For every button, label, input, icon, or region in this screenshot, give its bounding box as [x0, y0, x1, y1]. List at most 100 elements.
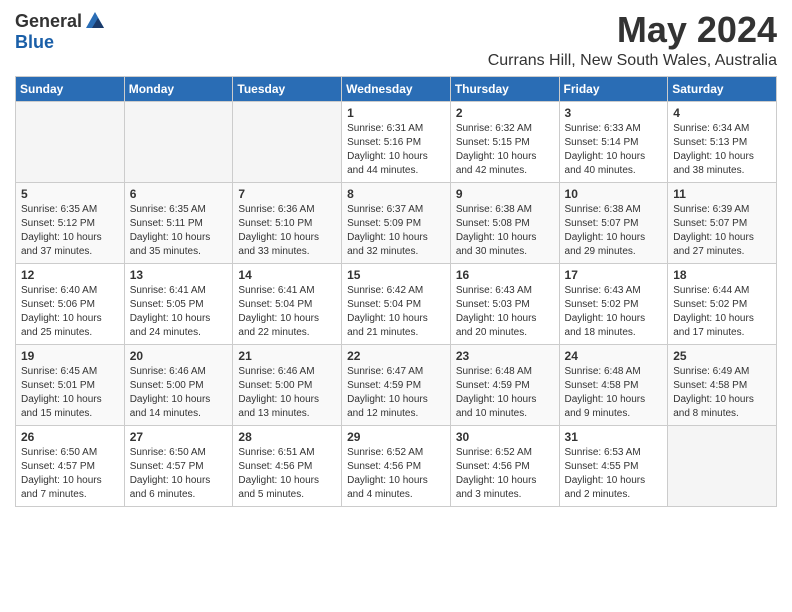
calendar-cell: 21Sunrise: 6:46 AM Sunset: 5:00 PM Dayli…	[233, 344, 342, 425]
day-info: Sunrise: 6:31 AM Sunset: 5:16 PM Dayligh…	[347, 122, 445, 178]
calendar-cell: 13 Sunrise: 6:41 AM Sunset: 5:05 PM Dayli…	[124, 263, 233, 344]
calendar-cell: 12Sunrise: 6:40 AM Sunset: 5:06 PM Dayli…	[16, 263, 125, 344]
calendar-cell: 29 Sunrise: 6:52 AM Sunset: 4:56 PM Dayli…	[342, 425, 451, 506]
day-info: Sunrise: 6:48 AM Sunset: 4:58 PM Dayligh…	[565, 365, 663, 421]
day-info: Sunrise: 6:41 AM Sunset: 5:05 PM Dayligh…	[130, 284, 228, 340]
day-number: 4	[673, 106, 771, 120]
calendar-cell: 6 Sunrise: 6:35 AM Sunset: 5:11 PM Daylig…	[124, 182, 233, 263]
day-number: 17	[565, 268, 663, 282]
calendar-cell: 4 Sunrise: 6:34 AM Sunset: 5:13 PM Daylig…	[668, 101, 777, 182]
day-info: Sunrise: 6:36 AM Sunset: 5:10 PM Dayligh…	[238, 203, 336, 259]
day-info: Sunrise: 6:43 AM Sunset: 5:03 PM Dayligh…	[456, 284, 554, 340]
col-tuesday: Tuesday	[233, 76, 342, 101]
calendar-cell: 19Sunrise: 6:45 AM Sunset: 5:01 PM Dayli…	[16, 344, 125, 425]
day-info: Sunrise: 6:40 AM Sunset: 5:06 PM Dayligh…	[21, 284, 119, 340]
col-friday: Friday	[559, 76, 668, 101]
col-thursday: Thursday	[450, 76, 559, 101]
calendar-header-row: Sunday Monday Tuesday Wednesday Thursday…	[16, 76, 777, 101]
calendar-cell: 24 Sunrise: 6:48 AM Sunset: 4:58 PM Dayli…	[559, 344, 668, 425]
calendar-row-3: 19Sunrise: 6:45 AM Sunset: 5:01 PM Dayli…	[16, 344, 777, 425]
calendar-cell: 16 Sunrise: 6:43 AM Sunset: 5:03 PM Dayli…	[450, 263, 559, 344]
day-number: 6	[130, 187, 228, 201]
logo-icon	[84, 10, 106, 32]
day-number: 5	[21, 187, 119, 201]
calendar-row-0: 1 Sunrise: 6:31 AM Sunset: 5:16 PM Daylig…	[16, 101, 777, 182]
logo-general-text: General	[15, 11, 82, 32]
col-saturday: Saturday	[668, 76, 777, 101]
day-number: 22	[347, 349, 445, 363]
calendar-row-4: 26 Sunrise: 6:50 AM Sunset: 4:57 PM Dayli…	[16, 425, 777, 506]
day-number: 8	[347, 187, 445, 201]
calendar-cell: 30Sunrise: 6:52 AM Sunset: 4:56 PM Dayli…	[450, 425, 559, 506]
calendar-cell: 26Sunrise: 6:50 AM Sunset: 4:57 PM Dayli…	[16, 425, 125, 506]
day-info: Sunrise: 6:34 AM Sunset: 5:13 PM Dayligh…	[673, 122, 771, 178]
day-number: 11	[673, 187, 771, 201]
day-number: 18	[673, 268, 771, 282]
day-info: Sunrise: 6:52 AM Sunset: 4:56 PM Dayligh…	[347, 446, 445, 502]
calendar-cell: 31Sunrise: 6:53 AM Sunset: 4:55 PM Dayli…	[559, 425, 668, 506]
calendar-cell: 7 Sunrise: 6:36 AM Sunset: 5:10 PM Daylig…	[233, 182, 342, 263]
logo: General Blue	[15, 10, 106, 53]
day-info: Sunrise: 6:35 AM Sunset: 5:12 PM Dayligh…	[21, 203, 119, 259]
day-info: Sunrise: 6:39 AM Sunset: 5:07 PM Dayligh…	[673, 203, 771, 259]
day-info: Sunrise: 6:50 AM Sunset: 4:57 PM Dayligh…	[130, 446, 228, 502]
day-number: 10	[565, 187, 663, 201]
day-number: 2	[456, 106, 554, 120]
day-number: 29	[347, 430, 445, 444]
col-sunday: Sunday	[16, 76, 125, 101]
calendar-cell: 14 Sunrise: 6:41 AM Sunset: 5:04 PM Dayli…	[233, 263, 342, 344]
day-number: 19	[21, 349, 119, 363]
calendar-cell: 3 Sunrise: 6:33 AM Sunset: 5:14 PM Daylig…	[559, 101, 668, 182]
day-number: 14	[238, 268, 336, 282]
calendar-cell: 9 Sunrise: 6:38 AM Sunset: 5:08 PM Daylig…	[450, 182, 559, 263]
calendar-cell: 8 Sunrise: 6:37 AM Sunset: 5:09 PM Daylig…	[342, 182, 451, 263]
day-number: 26	[21, 430, 119, 444]
calendar-cell	[233, 101, 342, 182]
day-number: 27	[130, 430, 228, 444]
calendar-cell: 11 Sunrise: 6:39 AM Sunset: 5:07 PM Dayli…	[668, 182, 777, 263]
calendar-cell: 27 Sunrise: 6:50 AM Sunset: 4:57 PM Dayli…	[124, 425, 233, 506]
day-number: 24	[565, 349, 663, 363]
day-number: 30	[456, 430, 554, 444]
day-info: Sunrise: 6:46 AM Sunset: 5:00 PM Dayligh…	[238, 365, 336, 421]
day-info: Sunrise: 6:35 AM Sunset: 5:11 PM Dayligh…	[130, 203, 228, 259]
header: General Blue May 2024 Currans Hill, New …	[15, 10, 777, 70]
calendar-cell: 18 Sunrise: 6:44 AM Sunset: 5:02 PM Dayli…	[668, 263, 777, 344]
calendar-cell: 22 Sunrise: 6:47 AM Sunset: 4:59 PM Dayli…	[342, 344, 451, 425]
day-number: 28	[238, 430, 336, 444]
day-info: Sunrise: 6:32 AM Sunset: 5:15 PM Dayligh…	[456, 122, 554, 178]
calendar-cell: 10Sunrise: 6:38 AM Sunset: 5:07 PM Dayli…	[559, 182, 668, 263]
day-number: 13	[130, 268, 228, 282]
day-info: Sunrise: 6:37 AM Sunset: 5:09 PM Dayligh…	[347, 203, 445, 259]
calendar-cell	[124, 101, 233, 182]
day-number: 1	[347, 106, 445, 120]
day-number: 3	[565, 106, 663, 120]
calendar-cell: 23 Sunrise: 6:48 AM Sunset: 4:59 PM Dayli…	[450, 344, 559, 425]
calendar-cell: 2 Sunrise: 6:32 AM Sunset: 5:15 PM Daylig…	[450, 101, 559, 182]
calendar-cell: 20 Sunrise: 6:46 AM Sunset: 5:00 PM Dayli…	[124, 344, 233, 425]
day-number: 9	[456, 187, 554, 201]
day-info: Sunrise: 6:46 AM Sunset: 5:00 PM Dayligh…	[130, 365, 228, 421]
calendar-row-1: 5 Sunrise: 6:35 AM Sunset: 5:12 PM Daylig…	[16, 182, 777, 263]
day-info: Sunrise: 6:53 AM Sunset: 4:55 PM Dayligh…	[565, 446, 663, 502]
day-number: 20	[130, 349, 228, 363]
calendar-cell	[16, 101, 125, 182]
day-info: Sunrise: 6:47 AM Sunset: 4:59 PM Dayligh…	[347, 365, 445, 421]
day-number: 7	[238, 187, 336, 201]
main-title: May 2024	[488, 10, 777, 50]
day-number: 25	[673, 349, 771, 363]
title-block: May 2024 Currans Hill, New South Wales, …	[488, 10, 777, 70]
day-info: Sunrise: 6:33 AM Sunset: 5:14 PM Dayligh…	[565, 122, 663, 178]
logo-blue-text: Blue	[15, 32, 54, 52]
day-info: Sunrise: 6:38 AM Sunset: 5:08 PM Dayligh…	[456, 203, 554, 259]
day-number: 16	[456, 268, 554, 282]
day-info: Sunrise: 6:44 AM Sunset: 5:02 PM Dayligh…	[673, 284, 771, 340]
page: General Blue May 2024 Currans Hill, New …	[0, 0, 792, 517]
calendar-table: Sunday Monday Tuesday Wednesday Thursday…	[15, 76, 777, 507]
day-info: Sunrise: 6:48 AM Sunset: 4:59 PM Dayligh…	[456, 365, 554, 421]
day-number: 23	[456, 349, 554, 363]
col-wednesday: Wednesday	[342, 76, 451, 101]
day-info: Sunrise: 6:41 AM Sunset: 5:04 PM Dayligh…	[238, 284, 336, 340]
day-info: Sunrise: 6:51 AM Sunset: 4:56 PM Dayligh…	[238, 446, 336, 502]
day-info: Sunrise: 6:42 AM Sunset: 5:04 PM Dayligh…	[347, 284, 445, 340]
